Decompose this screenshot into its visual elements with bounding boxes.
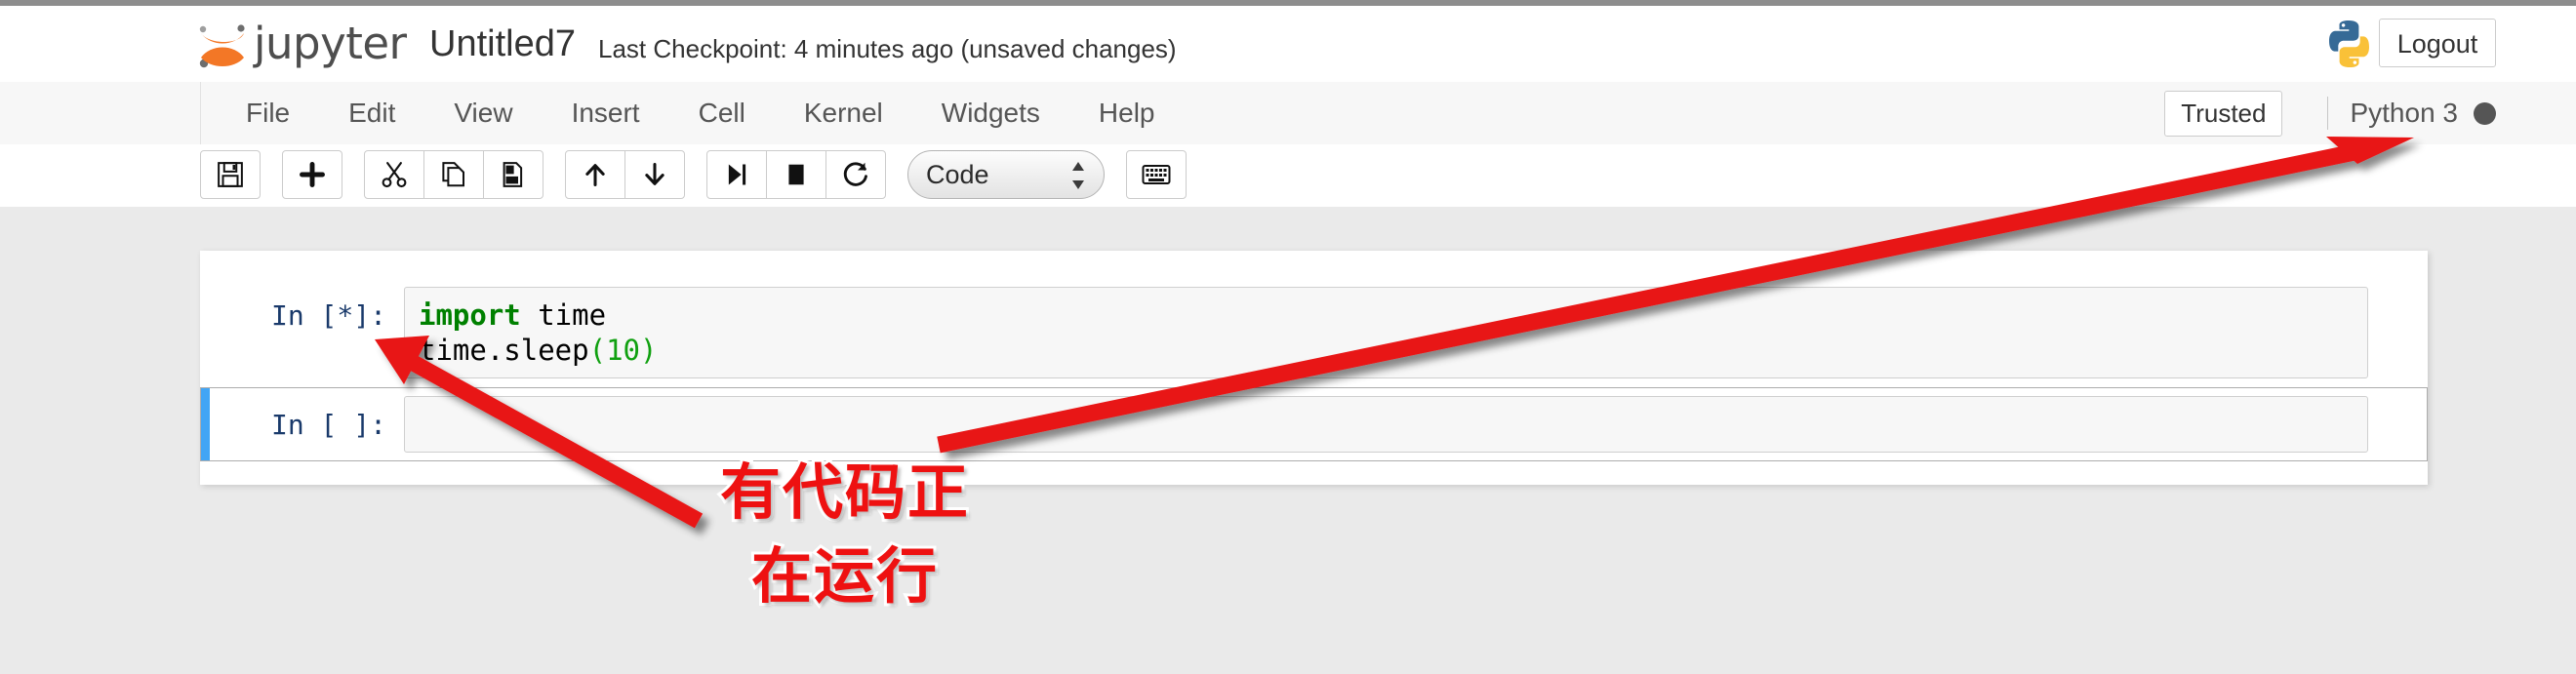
notebook-title[interactable]: Untitled7 [429,22,576,65]
menu-item-kernel[interactable]: Kernel [775,82,912,144]
cell-prompt-running: In [*]: [270,299,386,332]
toolbar-group-insert [282,150,342,199]
code-token-module-time: time [520,298,607,332]
code-line-2: time.sleep(10) [419,333,2354,368]
menubar-left-divider [200,82,201,144]
header-bar: jupyter Untitled7 Last Checkpoint: 4 min… [0,6,2576,83]
code-token-timesleep: time.sleep [419,334,589,367]
checkpoint-status: Last Checkpoint: 4 minutes ago (unsaved … [598,34,1177,63]
cell-input-area-empty[interactable] [404,396,2368,453]
menu-item-help[interactable]: Help [1069,82,1185,144]
insert-cell-below-button[interactable] [282,150,342,199]
scissors-icon [382,162,407,188]
copy-icon [442,162,464,187]
logout-button[interactable]: Logout [2379,19,2496,67]
toolbar-group-save [200,150,261,199]
toolbar-group-clipboard [364,150,543,199]
code-line-1: import time [419,297,2354,333]
restart-circular-arrow-icon [843,162,867,186]
menu-item-insert[interactable]: Insert [543,82,669,144]
kernel-busy-circle-icon[interactable] [2474,101,2496,125]
cell-prompt-empty: In [ ]: [270,409,386,441]
python-logo-icon [2329,20,2369,67]
toolbar-group-run [706,150,886,199]
run-cell-button[interactable] [706,150,767,199]
jupyter-logo[interactable]: jupyter [197,14,407,74]
cell-type-value: Code [926,160,989,189]
cell-type-select[interactable]: Code [907,150,1105,199]
floppy-disk-icon [218,162,243,187]
toolbar-button-groups: Code [200,150,1208,199]
keyboard-icon [1142,165,1171,184]
code-token-close-paren: ) [640,334,658,367]
code-token-keyword-import: import [419,298,521,332]
toolbar-group-move [565,150,685,199]
kernel-name-label[interactable]: Python 3 [2350,98,2458,129]
move-cell-up-button[interactable] [565,150,625,199]
kernel-divider [2327,97,2329,130]
menu-item-view[interactable]: View [424,82,542,144]
cut-cell-button[interactable] [364,150,424,199]
arrow-up-icon [585,164,605,187]
command-palette-button[interactable] [1126,150,1187,199]
code-token-number-10: 10 [606,334,640,367]
save-button[interactable] [200,150,261,199]
cell-input-area[interactable]: import time time.sleep(10) [404,287,2368,378]
notebook-header-area: jupyter Untitled7 Last Checkpoint: 4 min… [0,6,2576,207]
jupyter-wordmark: jupyter [254,18,407,69]
paste-cell-button[interactable] [483,150,543,199]
jupyter-logo-icon [199,24,245,68]
copy-cell-button[interactable] [423,150,484,199]
code-token-open-paren: ( [588,334,607,367]
stop-square-icon [788,164,804,185]
menu-item-edit[interactable]: Edit [319,82,424,144]
toolbar-group-palette [1126,150,1187,199]
arrow-down-icon [645,162,664,185]
notebook-panel: In [*]: import time time.sleep(10) In [ … [200,251,2428,485]
notebook-cell-2[interactable]: In [ ]: [200,387,2428,461]
plus-icon [300,162,325,187]
menu-item-widgets[interactable]: Widgets [912,82,1069,144]
move-cell-down-button[interactable] [624,150,685,199]
play-to-next-icon [728,164,746,185]
menu-item-cell[interactable]: Cell [669,82,775,144]
menu-item-list: File Edit View Insert Cell Kernel Widget… [217,82,1185,144]
notebook-cell-1[interactable]: In [*]: import time time.sleep(10) [200,278,2428,387]
selected-cell-bar [201,388,210,460]
menu-bar: File Edit View Insert Cell Kernel Widget… [0,82,2576,145]
interrupt-kernel-button[interactable] [766,150,826,199]
paste-icon [503,162,523,187]
menu-item-file[interactable]: File [217,82,319,144]
select-updown-arrows-icon [1072,162,1084,189]
trusted-badge[interactable]: Trusted [2164,90,2283,137]
menubar-right-group: Trusted Python 3 [2164,82,2496,144]
annotation-line-2: 在运行 [748,537,940,615]
notebook-toolbar: Code [0,144,2576,207]
restart-kernel-button[interactable] [825,150,886,199]
